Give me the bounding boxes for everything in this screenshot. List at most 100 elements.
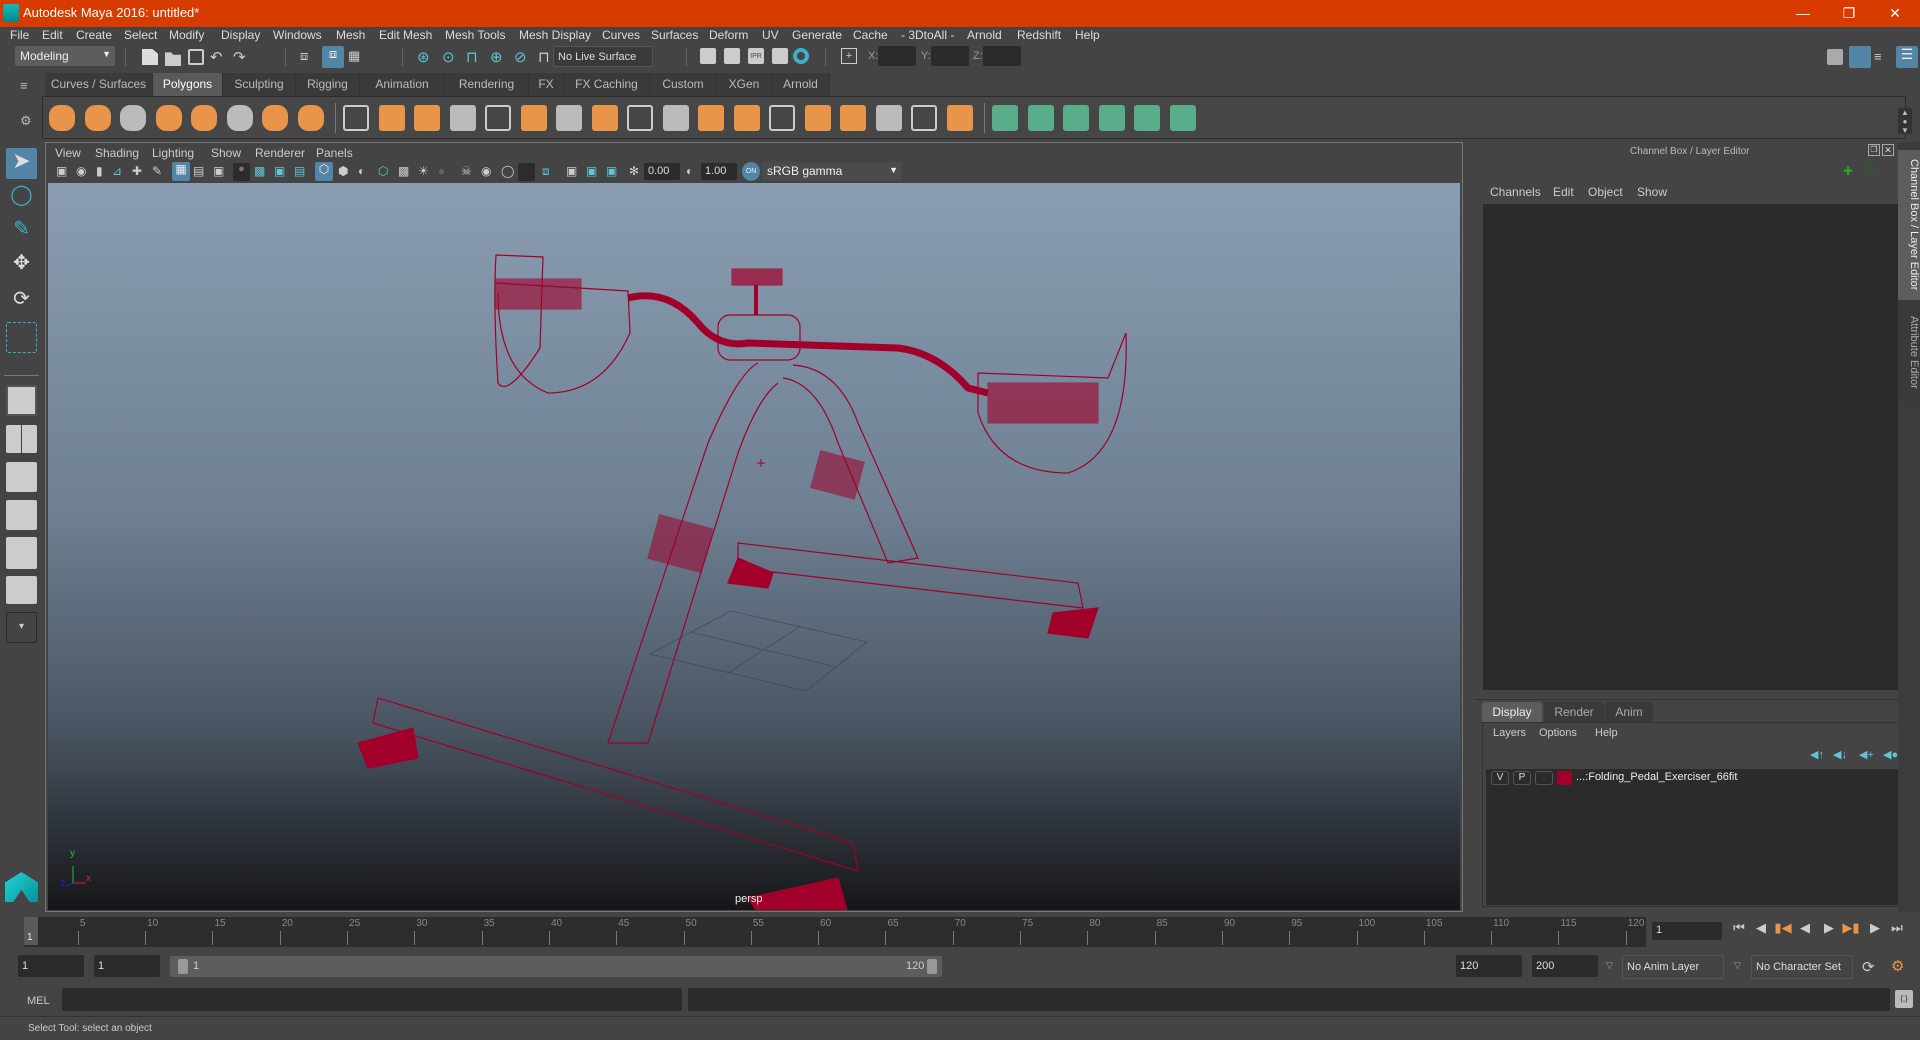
menu-file[interactable]: File xyxy=(10,28,29,42)
hypershade-persp-layout-icon[interactable] xyxy=(6,537,37,569)
menu-help[interactable]: Help xyxy=(1075,28,1100,42)
layer-display-type-toggle[interactable] xyxy=(1535,771,1553,785)
script-editor-icon[interactable]: {;} xyxy=(1895,990,1913,1008)
close-panel-icon[interactable]: ✕ xyxy=(1882,144,1894,156)
shelf-tab-polygons[interactable]: Polygons xyxy=(153,73,223,96)
step-back-frame-icon[interactable]: ◀​ xyxy=(1752,920,1770,940)
xray-joints-icon[interactable]: ▣ xyxy=(566,164,582,180)
color-management-toggle-icon[interactable]: ON xyxy=(742,162,760,181)
layer-help-menu[interactable]: Help xyxy=(1595,727,1618,739)
move-tool-icon[interactable]: ✥ xyxy=(6,250,37,281)
play-forwards-icon[interactable]: ▶ xyxy=(1820,920,1838,940)
wireframe-on-shaded-icon[interactable]: ◐ xyxy=(358,164,374,180)
range-slider[interactable]: 1 120 xyxy=(170,956,942,977)
show-menu[interactable]: Show xyxy=(1637,185,1667,199)
redo-icon[interactable]: ↷ xyxy=(233,48,249,66)
modeling-toolkit-icon[interactable] xyxy=(1827,49,1843,65)
step-back-key-icon[interactable]: ▮◀ xyxy=(1774,920,1792,940)
shelf-poly-pipe-icon[interactable] xyxy=(297,105,324,131)
mode-dropdown[interactable]: Modeling ▼ xyxy=(15,46,115,66)
animation-end-field[interactable]: 200 xyxy=(1532,955,1598,977)
shelf-poly-cone-icon[interactable] xyxy=(155,105,182,131)
single-perspective-layout-icon[interactable] xyxy=(6,385,37,416)
auto-key-icon[interactable]: ⟳ xyxy=(1862,958,1875,976)
minimize-button[interactable]: — xyxy=(1780,0,1826,27)
range-start-handle[interactable] xyxy=(178,959,188,974)
shelf-poly-cylinder-icon[interactable] xyxy=(120,105,146,131)
shelf-poly-cube-icon[interactable] xyxy=(84,105,111,131)
paint-select-tool-icon[interactable]: ✎ xyxy=(6,216,37,247)
layer-visibility-toggle[interactable]: V xyxy=(1491,771,1509,785)
anti-aliasing-icon[interactable]: ◯ xyxy=(501,164,517,180)
menu-curves[interactable]: Curves xyxy=(602,28,640,42)
snap-to-view-plane-icon[interactable]: ⊕ xyxy=(490,48,506,66)
shelf-extract-icon[interactable] xyxy=(485,105,511,131)
shelf-tab-custom[interactable]: Custom xyxy=(650,73,717,96)
x-field[interactable] xyxy=(878,46,916,66)
shelf-combine-icon[interactable] xyxy=(343,105,369,131)
resolution-gate-icon[interactable]: ▣ xyxy=(213,164,229,180)
layer-tab-display[interactable]: Display xyxy=(1482,702,1542,722)
shelf-triangulate-icon[interactable] xyxy=(911,105,937,131)
shelf-menu-icon[interactable]: ≡ xyxy=(20,78,34,93)
rotate-tool-icon[interactable]: ⟳ xyxy=(6,286,37,317)
menu-display[interactable]: Display xyxy=(221,28,260,42)
new-layer-selected-icon[interactable]: ◀● xyxy=(1883,748,1898,761)
shelf-bridge-icon[interactable] xyxy=(591,105,618,131)
playback-start-field[interactable]: 1 xyxy=(94,955,160,977)
safe-title-icon[interactable]: ▤ xyxy=(294,164,310,180)
shadows-icon[interactable]: ● xyxy=(438,164,454,180)
custom-layout-button[interactable]: ▾ xyxy=(6,612,37,643)
viewport-menu-renderer[interactable]: Renderer xyxy=(255,146,305,160)
field-chart-icon[interactable]: ▩ xyxy=(254,164,270,180)
range-end-handle[interactable] xyxy=(927,959,937,974)
restore-button[interactable]: ❐ xyxy=(1826,0,1872,27)
anim-layer-dropdown[interactable]: No Anim Layer xyxy=(1622,955,1724,979)
outliner-persp-layout-icon[interactable] xyxy=(6,462,37,492)
lasso-tool-icon[interactable]: ◯ xyxy=(6,182,37,213)
tool-settings-icon[interactable]: ≡ xyxy=(1874,49,1890,65)
animation-start-field[interactable]: 1 xyxy=(18,955,84,977)
shelf-spherical-uv-icon[interactable] xyxy=(1063,105,1089,131)
options-menu[interactable]: Options xyxy=(1539,727,1577,739)
menu-mesh-display[interactable]: Mesh Display xyxy=(519,28,591,42)
shelf-unfold-icon[interactable] xyxy=(1134,105,1160,131)
render-current-frame-icon[interactable] xyxy=(724,48,740,64)
anim-layer-dropdown-arrow-icon[interactable]: ▽ xyxy=(1606,960,1613,971)
menu-redshift[interactable]: Redshift xyxy=(1017,28,1061,42)
menu-windows[interactable]: Windows xyxy=(273,28,322,42)
shelf-tab-curves-surfaces[interactable]: Curves / Surfaces xyxy=(45,73,153,96)
channel-speed-icon[interactable] xyxy=(1862,164,1876,178)
viewport-menu-panels[interactable]: Panels xyxy=(316,146,353,160)
shelf-tab-animation[interactable]: Animation xyxy=(360,73,445,96)
edit-menu[interactable]: Edit xyxy=(1553,185,1574,199)
shelf-tab-fx[interactable]: FX xyxy=(529,73,564,96)
gamma-icon[interactable]: ◐ xyxy=(686,164,702,180)
shelf-scroll[interactable]: ▲ ● ▼ xyxy=(1898,108,1912,135)
character-set-dropdown[interactable]: No Character Set xyxy=(1751,955,1853,979)
backface-culling-icon[interactable]: ▣ xyxy=(606,164,622,180)
menu-deform[interactable]: Deform xyxy=(709,28,748,42)
render-view-icon[interactable] xyxy=(700,48,716,64)
safe-action-icon[interactable]: ▣ xyxy=(274,164,290,180)
select-by-object-icon[interactable]: ⧈ xyxy=(322,46,344,68)
y-field[interactable] xyxy=(931,46,969,66)
move-layer-down-icon[interactable]: ◀↓ xyxy=(1833,748,1847,761)
xray-icon[interactable]: ⬡ xyxy=(378,164,394,180)
shelf-poly-sphere-icon[interactable] xyxy=(49,105,75,131)
color-space-dropdown[interactable]: sRGB gamma ▼ xyxy=(762,162,902,181)
animation-preferences-icon[interactable]: ⚙ xyxy=(1891,957,1904,975)
side-tab-attribute-editor[interactable]: Attribute Editor xyxy=(1898,302,1920,402)
bookmark-icon[interactable]: ▮ xyxy=(96,164,112,180)
move-layer-up-icon[interactable]: ◀↑ xyxy=(1810,748,1824,761)
layers-menu[interactable]: Layers xyxy=(1493,727,1526,739)
shelf-tab-rigging[interactable]: Rigging xyxy=(296,73,360,96)
go-to-end-icon[interactable]: ⏭ xyxy=(1888,920,1906,940)
hypershade-icon[interactable] xyxy=(793,48,809,64)
exposure-icon[interactable]: ✻ xyxy=(629,164,645,180)
shelf-target-weld-icon[interactable] xyxy=(698,105,724,131)
render-settings-icon[interactable] xyxy=(772,48,788,64)
four-view-layout-icon[interactable] xyxy=(6,425,37,453)
menu-edit-mesh[interactable]: Edit Mesh xyxy=(379,28,432,42)
side-tab-channel-box[interactable]: Channel Box / Layer Editor xyxy=(1898,150,1920,300)
